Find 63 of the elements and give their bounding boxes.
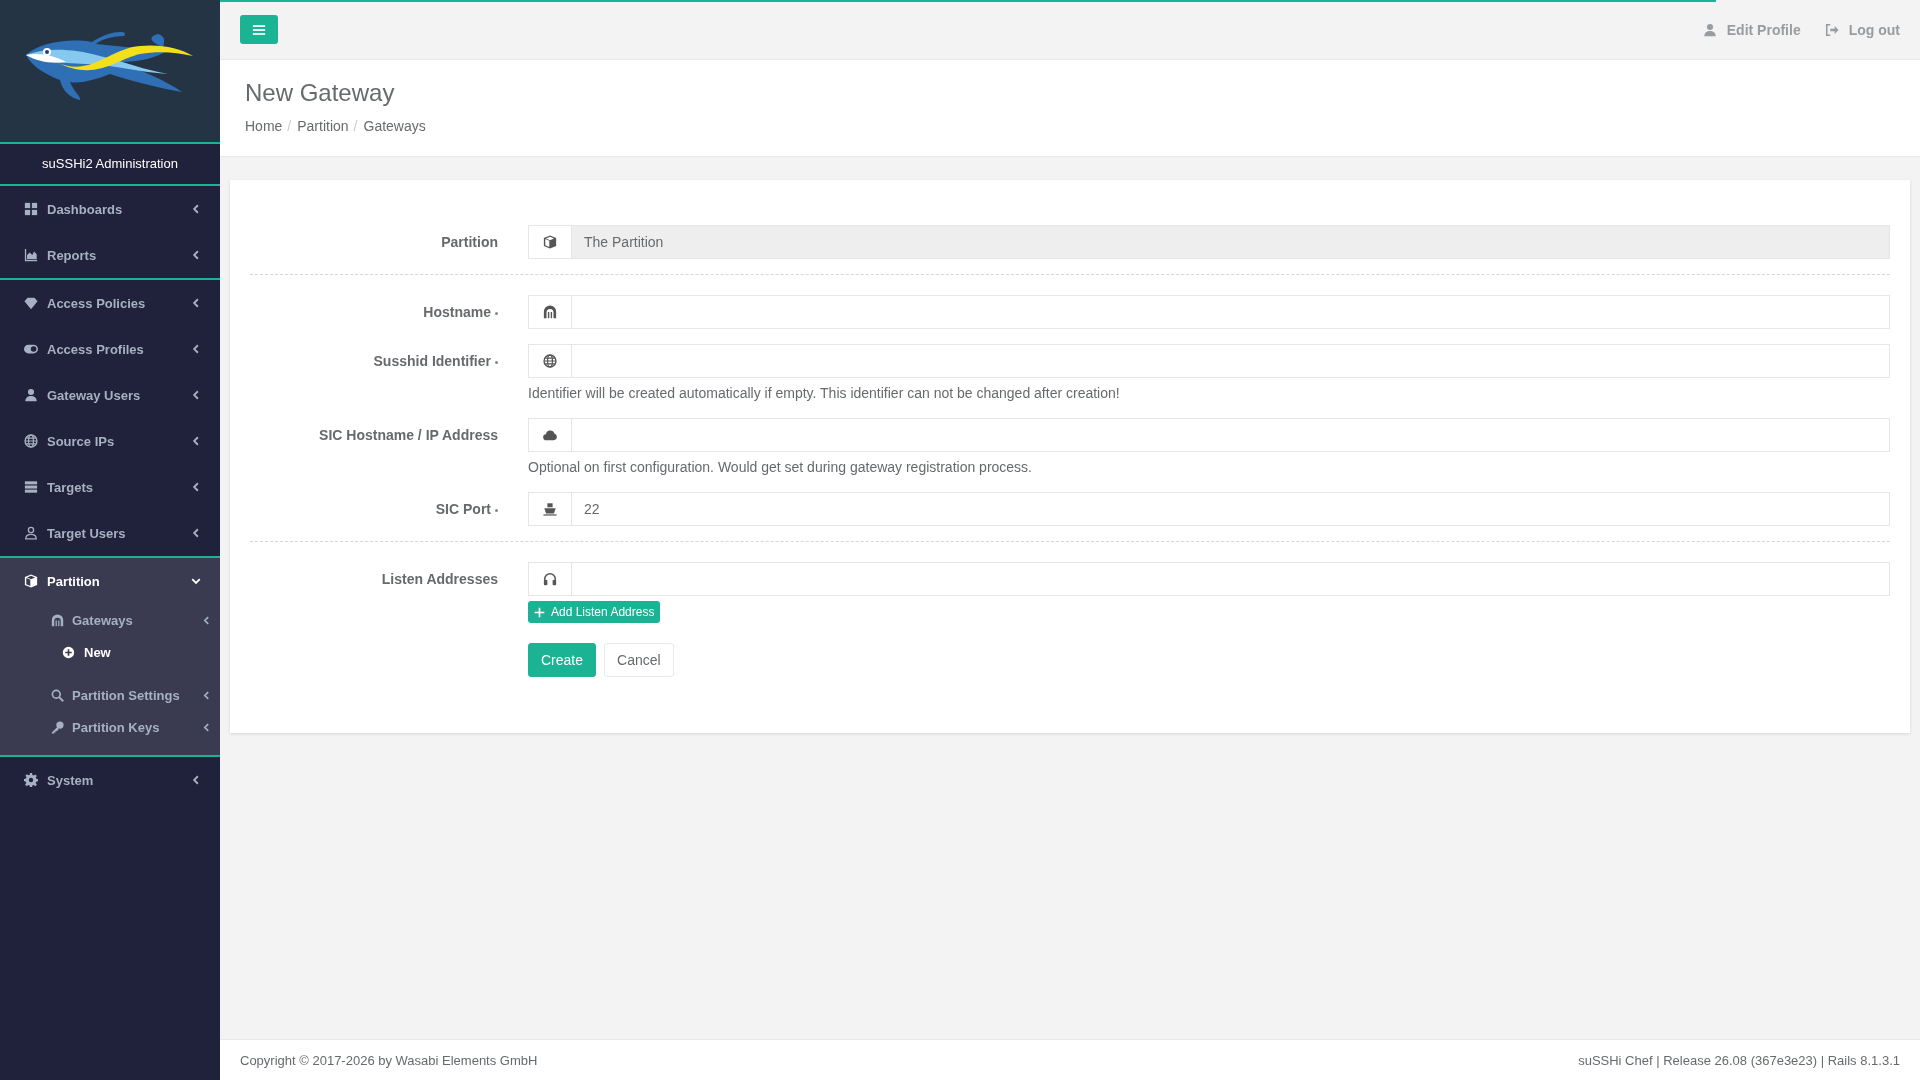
ship-icon xyxy=(543,502,557,516)
breadcrumb-link[interactable]: Gateways xyxy=(363,118,426,134)
sidebar-item[interactable]: Gateway Users xyxy=(0,372,220,418)
field-label: Hostname xyxy=(423,304,491,320)
sidebar-subitem[interactable]: Partition Settings xyxy=(0,679,220,711)
sidebar-item[interactable]: Reports xyxy=(0,232,220,278)
cloud-icon xyxy=(543,428,557,442)
user-icon xyxy=(1702,22,1717,37)
sidebar-item[interactable]: Access Policies xyxy=(0,280,220,326)
key-icon xyxy=(51,720,64,734)
cancel-button[interactable]: Cancel xyxy=(604,643,674,677)
grid-icon xyxy=(24,202,38,216)
input-field[interactable] xyxy=(572,344,1890,378)
user-outline-icon xyxy=(24,526,38,540)
breadcrumb-link[interactable]: Home xyxy=(245,118,283,134)
copyright-text: Copyright © 2017-2026 by Wasabi Elements GmbH xyxy=(240,1052,538,1068)
input-field[interactable] xyxy=(572,295,1890,329)
globe-icon xyxy=(24,434,38,448)
page-title: New Gateway xyxy=(245,78,396,108)
headphones-icon xyxy=(543,572,557,586)
cube-icon xyxy=(24,574,38,588)
server-icon xyxy=(24,480,38,494)
input-field[interactable] xyxy=(572,418,1890,452)
sidebar-subitem[interactable]: Partition Keys xyxy=(0,711,220,743)
menu-icon xyxy=(252,22,266,37)
input-field[interactable] xyxy=(572,562,1890,596)
field-label: Partition xyxy=(441,234,498,250)
gear-icon xyxy=(24,773,38,787)
breadcrumb-separator: / xyxy=(352,118,359,134)
field-label: SIC Hostname / IP Address xyxy=(319,427,498,443)
search-icon xyxy=(51,688,64,702)
area-chart-icon xyxy=(24,248,38,262)
chevron-left-icon xyxy=(201,614,212,626)
chevron-left-icon xyxy=(201,689,212,701)
plus-icon xyxy=(534,606,545,618)
help-text: Optional on first configuration. Would get set during gateway registration process. xyxy=(528,458,1033,477)
archway-icon xyxy=(543,305,557,319)
input-field[interactable]: 22 xyxy=(572,492,1890,526)
gem-icon xyxy=(24,296,38,310)
breadcrumb-link[interactable]: Partition xyxy=(297,118,349,134)
help-text: Identifier will be created automatically if empty. This identifier can not be changed after creation! xyxy=(528,384,1121,403)
logout-icon xyxy=(1824,22,1839,37)
archway-icon xyxy=(51,613,64,627)
sidebar-item[interactable]: Dashboards xyxy=(0,186,220,232)
breadcrumb-separator: / xyxy=(286,118,293,134)
globe-icon xyxy=(543,354,557,368)
field-label: Listen Addresses xyxy=(381,571,498,587)
sidebar-subitem[interactable]: New xyxy=(0,636,220,668)
sidebar-item[interactable]: Target Users xyxy=(0,510,220,556)
field-label: SIC Port xyxy=(435,501,491,517)
sidebar-item[interactable]: Source IPs xyxy=(0,418,220,464)
sidebar-item[interactable]: Targets xyxy=(0,464,220,510)
chevron-left-icon xyxy=(201,721,212,733)
user-icon xyxy=(24,388,38,402)
toggle-icon xyxy=(24,342,38,356)
version-text: suSSHi Chef | Release 26.08 (367e3e23) | Rails 8.1.3.1 xyxy=(1578,1052,1900,1068)
sidebar-item[interactable]: Partition xyxy=(0,558,220,604)
menu-toggle-button[interactable] xyxy=(240,15,278,44)
cube-icon xyxy=(543,235,557,249)
sidebar-item[interactable]: System xyxy=(0,757,220,803)
field-label: Susshid Identifier xyxy=(373,353,491,369)
sidebar-item[interactable]: Access Profiles xyxy=(0,326,220,372)
sidebar-subitem[interactable]: Gateways xyxy=(0,604,220,636)
